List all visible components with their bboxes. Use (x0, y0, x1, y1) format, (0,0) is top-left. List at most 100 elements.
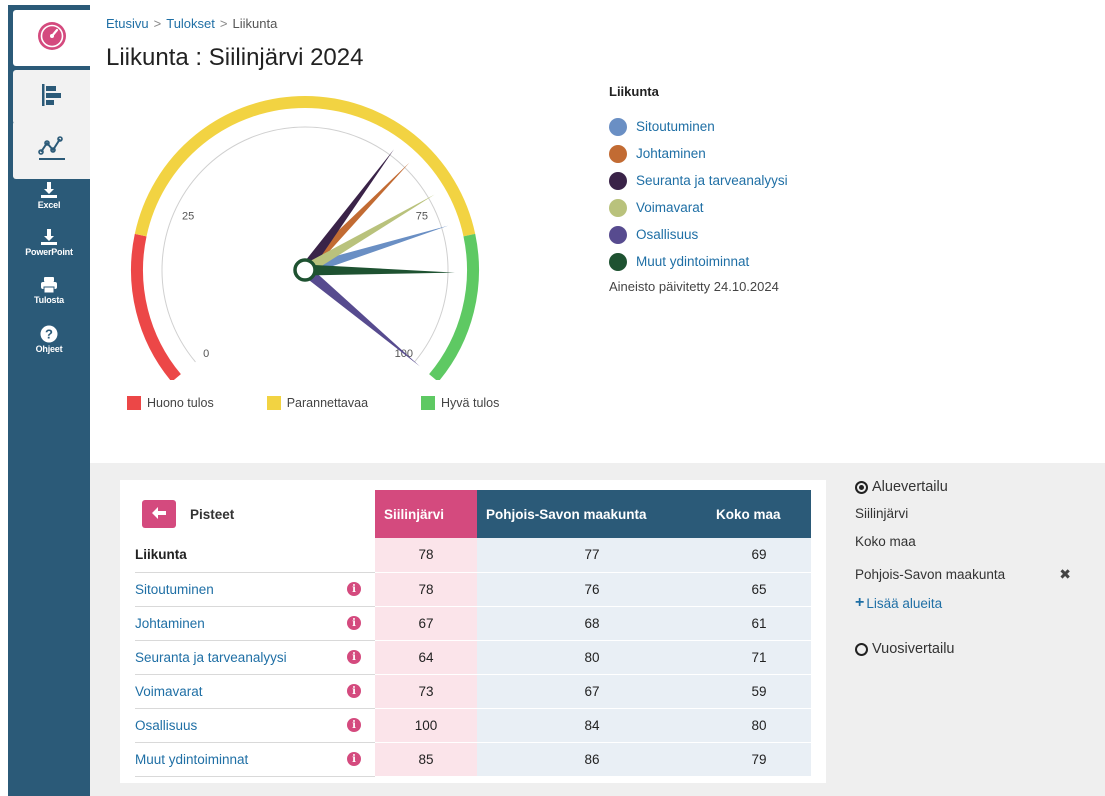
svg-text:?: ? (45, 327, 53, 342)
legend-label: Muut ydintoiminnat (636, 254, 750, 269)
value-cell: 80 (477, 640, 707, 675)
row-label-wrap: Osallisuus i (135, 718, 375, 733)
back-header: Pisteet (135, 490, 375, 538)
legend-label: Seuranta ja tarveanalyysi (636, 173, 788, 188)
add-regions-link[interactable]: + Lisää alueita (855, 591, 1085, 615)
legend-title: Liikunta (609, 84, 659, 99)
download-icon (8, 181, 90, 199)
legend-dot (609, 252, 627, 271)
breadcrumb-results[interactable]: Tulokset (166, 16, 215, 31)
column-header: Pohjois-Savon maakunta (477, 490, 707, 538)
legend-item-seuranta[interactable]: Seuranta ja tarveanalyysi (609, 167, 788, 194)
zone-label: Hyvä tulos (441, 396, 500, 410)
table-header-row: Pisteet Siilinjärvi Pohjois-Savon maakun… (135, 490, 811, 538)
tab-gauge-view[interactable] (13, 10, 90, 66)
breadcrumb: Etusivu > Tulokset > Liikunta (106, 16, 277, 31)
sidebar: Excel PowerPoint Tulosta ? Ohjeet (8, 5, 90, 796)
gauge-chart: 025 75100 (131, 96, 479, 380)
legend-dot (609, 171, 627, 190)
back-button[interactable] (142, 500, 176, 528)
legend-label: Sitoutuminen (636, 119, 715, 134)
legend-item-sitoutuminen[interactable]: Sitoutuminen (609, 113, 788, 140)
column-header: Siilinjärvi (375, 490, 477, 538)
breadcrumb-separator: > (153, 16, 162, 31)
remove-region-icon[interactable]: ✖ (1059, 566, 1071, 583)
legend-label: Osallisuus (636, 227, 699, 242)
value-cell: 100 (375, 708, 477, 743)
value-cell: 77 (477, 538, 707, 573)
table-row: Osallisuus i 100 84 80 (135, 708, 811, 743)
info-icon[interactable]: i (347, 684, 361, 698)
info-icon[interactable]: i (347, 582, 361, 596)
tab-bar-chart-view[interactable] (13, 70, 90, 124)
table-row: Sitoutuminen i 78 76 65 (135, 572, 811, 607)
gauge-tick-label: 0 (203, 348, 209, 360)
zone-legend: Huono tulos Parannettavaa Hyvä tulos (127, 396, 552, 410)
row-label[interactable]: Sitoutuminen (135, 582, 214, 597)
column-header: Koko maa (707, 490, 811, 538)
download-icon (8, 228, 90, 246)
row-label[interactable]: Voimavarat (135, 684, 203, 699)
info-icon[interactable]: i (347, 616, 361, 630)
region-label: Pohjois-Savon maakunta (855, 567, 1006, 582)
gauge-hub (293, 258, 317, 282)
powerpoint-download-button[interactable]: PowerPoint (8, 228, 90, 257)
zone-label: Huono tulos (147, 396, 214, 410)
value-cell: 80 (707, 708, 811, 743)
value-cell: 73 (375, 674, 477, 709)
print-icon (8, 276, 90, 294)
table-row: Muut ydintoiminnat i 85 86 79 (135, 742, 811, 777)
scores-table: Pisteet Siilinjärvi Pohjois-Savon maakun… (135, 490, 811, 777)
region-item: Siilinjärvi (855, 502, 1085, 525)
row-label-wrap: Muut ydintoiminnat i (135, 752, 375, 767)
row-label[interactable]: Johtaminen (135, 616, 205, 631)
row-label-cell: Liikunta (135, 538, 375, 573)
gauge-needle (304, 264, 455, 276)
legend-dot (609, 117, 627, 136)
info-icon[interactable]: i (347, 650, 361, 664)
table-row: Liikunta 78 77 69 (135, 538, 811, 573)
zone-swatch (421, 396, 436, 410)
year-comparison-label: Vuosivertailu (872, 641, 955, 657)
row-label-cell: Osallisuus i (135, 708, 375, 743)
powerpoint-label: PowerPoint (25, 247, 73, 257)
value-cell: 59 (707, 674, 811, 709)
excel-download-button[interactable]: Excel (8, 181, 90, 210)
tab-trend-view[interactable] (13, 121, 90, 179)
print-label: Tulosta (34, 295, 64, 305)
legend-item-muut-ydintoiminnat[interactable]: Muut ydintoiminnat (609, 248, 788, 275)
zone-swatch (127, 396, 141, 410)
row-label-cell: Johtaminen i (135, 606, 375, 641)
gauge-tick-label: 75 (416, 210, 428, 222)
legend-item-johtaminen[interactable]: Johtaminen (609, 140, 788, 167)
print-button[interactable]: Tulosta (8, 276, 90, 305)
info-icon[interactable]: i (347, 718, 361, 732)
back-button-group: Pisteet (142, 500, 234, 528)
table-row: Johtaminen i 67 68 61 (135, 606, 811, 641)
row-label[interactable]: Seuranta ja tarveanalyysi (135, 650, 287, 665)
radio-unselected-icon (855, 642, 868, 656)
value-cell: 67 (477, 674, 707, 709)
value-cell: 86 (477, 742, 707, 777)
region-comparison-radio[interactable]: Aluevertailu (855, 477, 1085, 497)
row-label[interactable]: Muut ydintoiminnat (135, 752, 248, 767)
gauge-icon (37, 21, 67, 56)
back-label: Pisteet (190, 506, 235, 522)
breadcrumb-current: Liikunta (232, 16, 278, 31)
arrow-left-icon (152, 506, 166, 522)
gauge-inner-arc (161, 126, 449, 363)
region-item: Pohjois-Savon maakunta ✖ (855, 558, 1085, 591)
bar-chart-icon (39, 82, 65, 113)
info-icon[interactable]: i (347, 752, 361, 766)
help-label: Ohjeet (35, 344, 63, 354)
legend-item-osallisuus[interactable]: Osallisuus (609, 221, 788, 248)
value-cell: 68 (477, 606, 707, 641)
row-label[interactable]: Osallisuus (135, 718, 197, 733)
year-comparison-radio[interactable]: Vuosivertailu (855, 639, 1085, 659)
legend-item-voimavarat[interactable]: Voimavarat (609, 194, 788, 221)
legend-label: Johtaminen (636, 146, 706, 161)
breadcrumb-home[interactable]: Etusivu (106, 16, 149, 31)
help-button[interactable]: ? Ohjeet (8, 325, 90, 354)
row-label-wrap: Voimavarat i (135, 684, 375, 699)
value-cell: 65 (707, 572, 811, 607)
